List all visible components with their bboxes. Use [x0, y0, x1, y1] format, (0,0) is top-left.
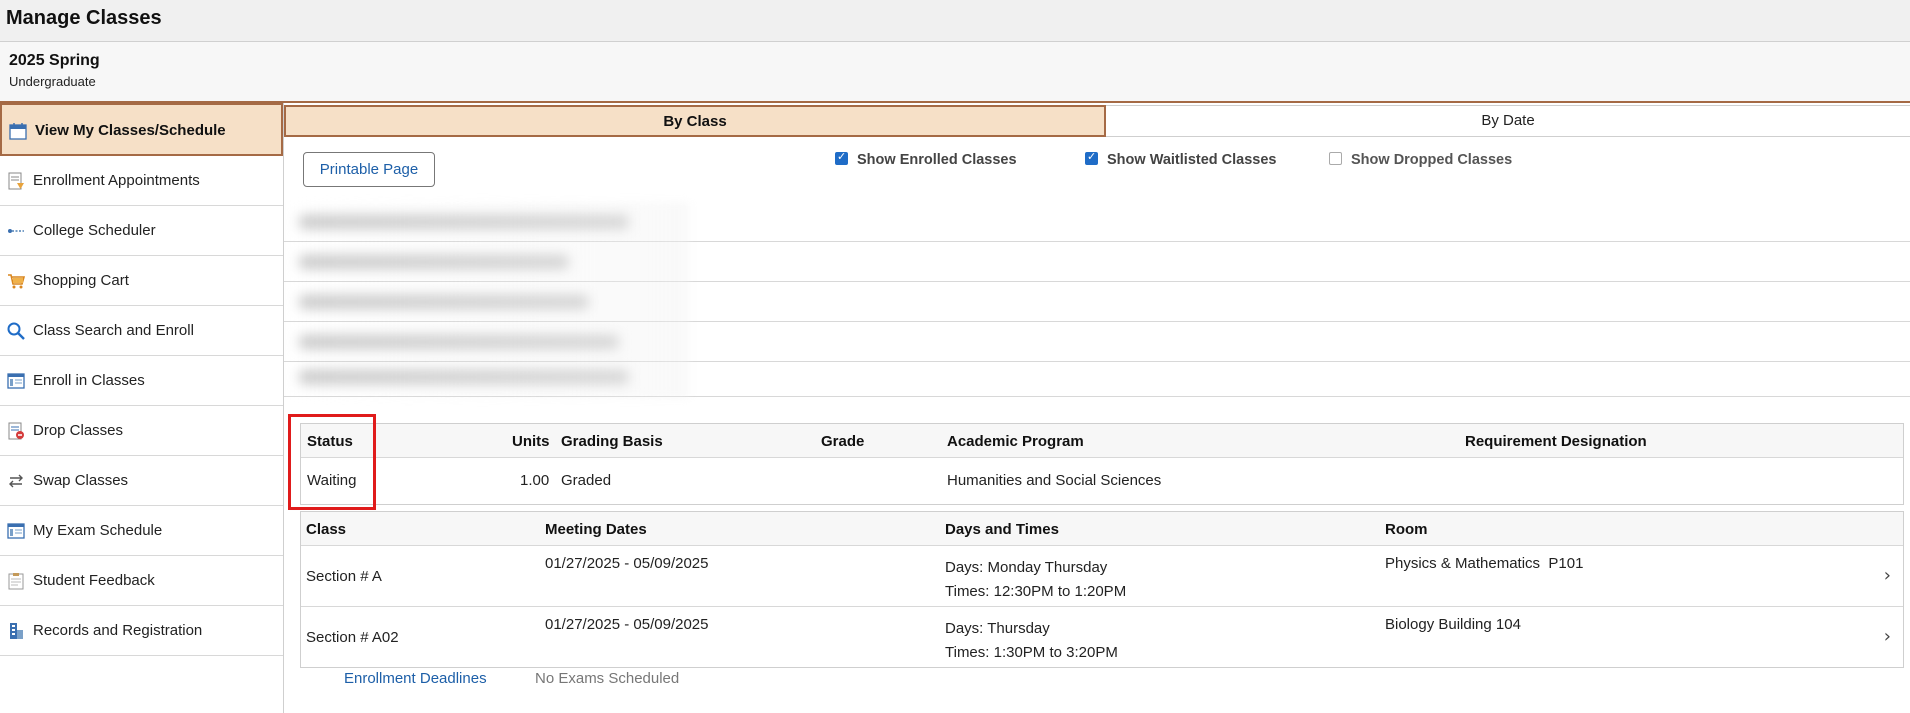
term-banner: 2025 Spring Undergraduate	[0, 42, 1910, 103]
appointment-icon	[8, 172, 24, 190]
sidebar-item-student-feedback[interactable]: Student Feedback	[0, 556, 283, 606]
status-table: Status Units Grading Basis Grade Academi…	[300, 423, 1904, 505]
no-exams-note: No Exams Scheduled	[535, 670, 680, 687]
tab-by-date[interactable]: By Date	[1106, 105, 1910, 137]
sidebar-item-label: Enrollment Appointments	[33, 172, 200, 189]
sidebar-item-college-scheduler[interactable]: College Scheduler	[0, 206, 283, 256]
calendar-icon	[9, 123, 27, 140]
sidebar-item-class-search[interactable]: Class Search and Enroll	[0, 306, 283, 356]
section-times: Times: 1:30PM to 3:20PM	[945, 644, 1118, 661]
show-waitlisted-label: Show Waitlisted Classes	[1107, 152, 1277, 168]
exam-icon	[7, 523, 25, 539]
section-row[interactable]: Section # A02 01/27/2025 - 05/09/2025 Da…	[301, 607, 1903, 668]
term-career: Undergraduate	[9, 74, 96, 89]
section-room: Biology Building 104	[1385, 616, 1521, 633]
table-row: Waiting 1.00 Graded Humanities and Socia…	[301, 458, 1903, 504]
section-dates: 01/27/2025 - 05/09/2025	[545, 616, 709, 633]
app-header: Manage Classes	[0, 0, 1910, 42]
page-title: Manage Classes	[6, 7, 162, 29]
checkbox-checked-icon[interactable]	[835, 150, 848, 165]
chevron-right-icon[interactable]: ›	[1884, 626, 1891, 647]
sidebar-item-records-registration[interactable]: Records and Registration	[0, 606, 283, 656]
section-class: Section # A	[306, 568, 382, 585]
search-icon	[7, 322, 25, 340]
scheduler-icon	[8, 229, 24, 233]
col-room: Room	[1385, 521, 1428, 538]
show-dropped-checkbox[interactable]: Show Dropped Classes	[1329, 152, 1512, 168]
redaction-overlay	[284, 202, 689, 398]
sidebar-item-label: Drop Classes	[33, 422, 124, 439]
sidebar-item-label: Enroll in Classes	[33, 372, 145, 389]
chevron-right-icon[interactable]: ›	[1884, 565, 1891, 586]
sidebar: View My Classes/Schedule Enrollment Appo…	[0, 103, 284, 713]
sidebar-item-label: Student Feedback	[33, 572, 155, 589]
sidebar-item-label: Class Search and Enroll	[33, 322, 194, 339]
col-meeting-dates: Meeting Dates	[545, 521, 647, 538]
col-grade: Grade	[821, 433, 865, 450]
sidebar-item-view-my-classes[interactable]: View My Classes/Schedule	[0, 103, 283, 156]
printable-page-button[interactable]: Printable Page	[303, 152, 435, 187]
swap-icon	[9, 474, 23, 488]
sidebar-item-enroll-in-classes[interactable]: Enroll in Classes	[0, 356, 283, 406]
sidebar-item-label: View My Classes/Schedule	[35, 122, 226, 139]
col-requirement-designation: Requirement Designation	[1465, 433, 1647, 450]
section-room: Physics & Mathematics P101	[1385, 555, 1584, 572]
col-grading-basis: Grading Basis	[561, 433, 663, 450]
section-times: Times: 12:30PM to 1:20PM	[945, 583, 1127, 600]
show-enrolled-checkbox[interactable]: Show Enrolled Classes	[835, 150, 1017, 168]
col-days-times: Days and Times	[945, 521, 1059, 538]
checkbox-unchecked-icon[interactable]	[1329, 152, 1342, 165]
sidebar-item-drop-classes[interactable]: Drop Classes	[0, 406, 283, 456]
drop-icon	[8, 422, 24, 440]
sidebar-item-label: My Exam Schedule	[33, 522, 163, 539]
sidebar-item-label: Shopping Cart	[33, 272, 129, 289]
status-table-header: Status Units Grading Basis Grade Academi…	[301, 424, 1903, 458]
sidebar-item-label: College Scheduler	[33, 222, 156, 239]
grading-value: Graded	[561, 472, 612, 489]
sidebar-item-shopping-cart[interactable]: Shopping Cart	[0, 256, 283, 306]
section-dates: 01/27/2025 - 05/09/2025	[545, 555, 709, 572]
cart-icon	[8, 274, 25, 289]
show-dropped-label: Show Dropped Classes	[1351, 152, 1513, 168]
sidebar-item-label: Swap Classes	[33, 472, 129, 489]
enrollment-deadlines-link[interactable]: Enrollment Deadlines	[344, 670, 487, 687]
enroll-icon	[7, 373, 25, 389]
show-waitlisted-checkbox[interactable]: Show Waitlisted Classes	[1085, 150, 1277, 168]
records-icon	[10, 623, 23, 639]
col-academic-program: Academic Program	[947, 433, 1084, 450]
show-enrolled-label: Show Enrolled Classes	[857, 152, 1017, 168]
units-value: 1.00	[520, 472, 550, 489]
col-class: Class	[306, 521, 347, 538]
sections-table-header: Class Meeting Dates Days and Times Room	[301, 512, 1903, 546]
tab-by-class[interactable]: By Class	[284, 105, 1106, 137]
checkbox-checked-icon[interactable]	[1085, 150, 1098, 165]
status-highlight-box	[288, 414, 376, 510]
sidebar-item-swap-classes[interactable]: Swap Classes	[0, 456, 283, 506]
sidebar-item-enrollment-appointments[interactable]: Enrollment Appointments	[0, 156, 283, 206]
term-name: 2025 Spring	[9, 52, 100, 69]
section-row[interactable]: Section # A 01/27/2025 - 05/09/2025 Days…	[301, 546, 1903, 607]
feedback-icon	[8, 573, 24, 590]
program-value: Humanities and Social Sciences	[947, 472, 1162, 489]
sidebar-item-my-exam-schedule[interactable]: My Exam Schedule	[0, 506, 283, 556]
sidebar-item-label: Records and Registration	[33, 622, 203, 639]
col-units: Units	[512, 433, 550, 450]
section-class: Section # A02	[306, 629, 399, 646]
section-days: Days: Thursday	[945, 620, 1050, 637]
sections-table: Class Meeting Dates Days and Times Room …	[300, 511, 1904, 668]
section-days: Days: Monday Thursday	[945, 559, 1108, 576]
